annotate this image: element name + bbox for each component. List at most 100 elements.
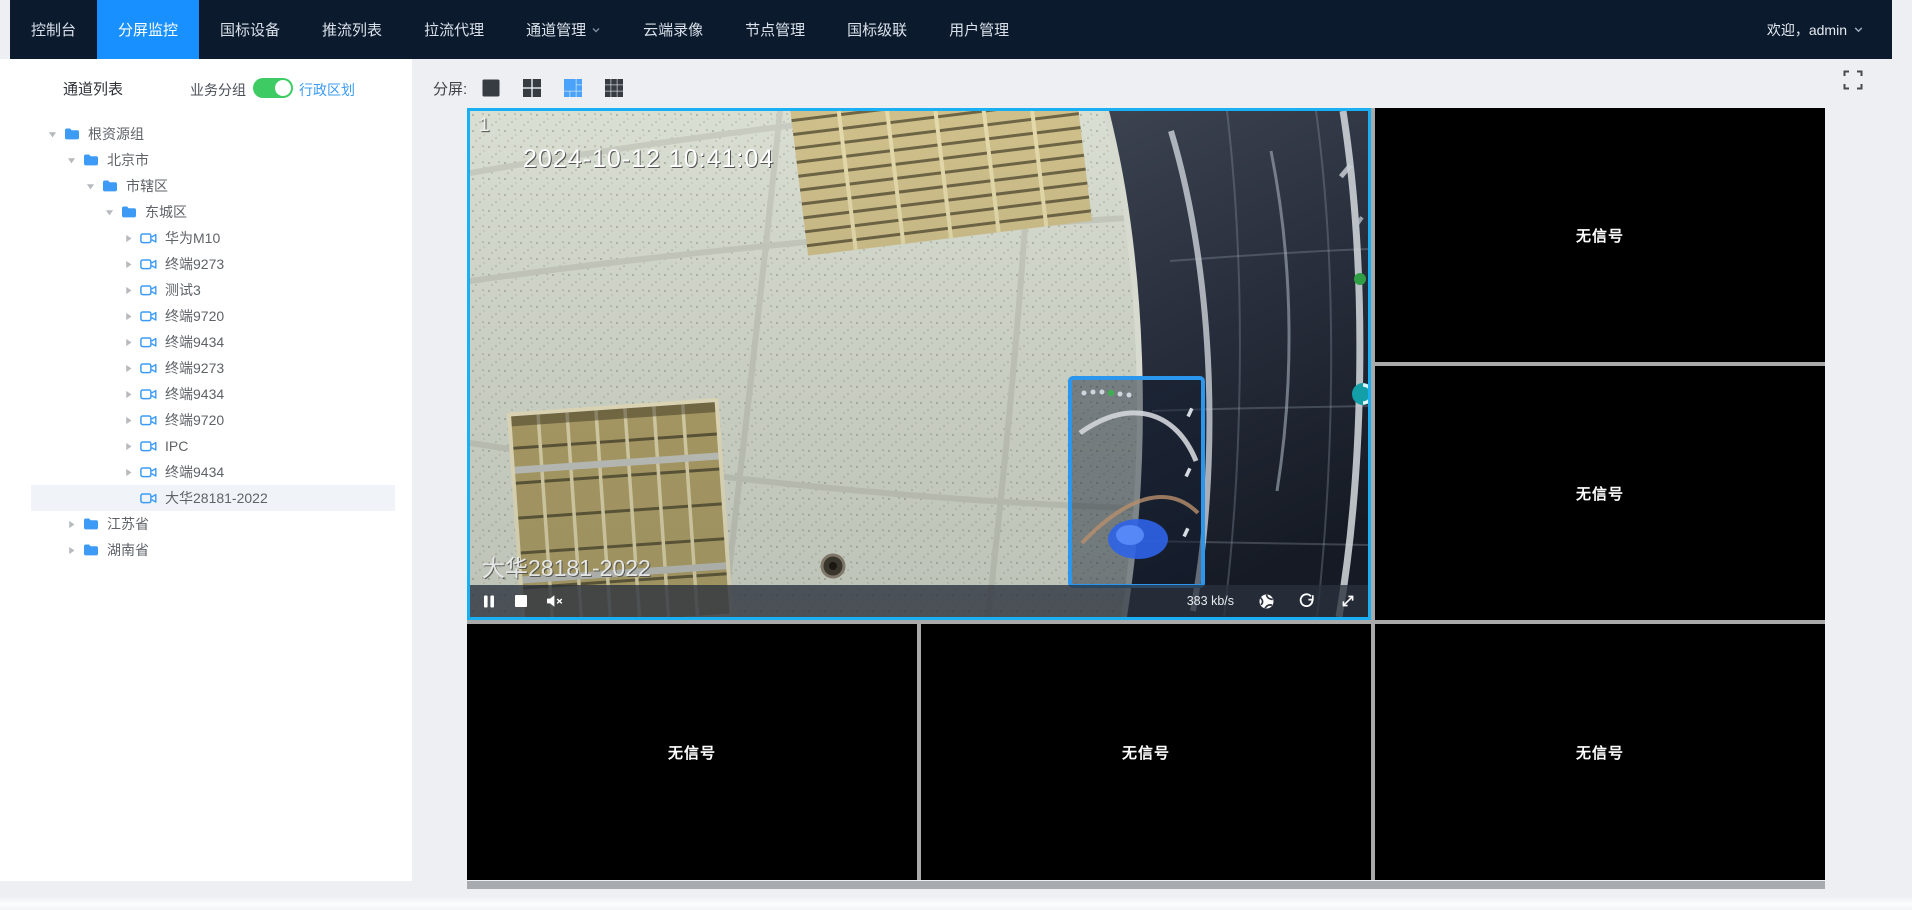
- caret-right-icon[interactable]: [124, 364, 133, 373]
- nav-tab-5[interactable]: 通道管理: [505, 0, 622, 59]
- bottom-strip: [0, 896, 1912, 910]
- tree-item-label: 北京市: [107, 150, 149, 170]
- nav-tab-label: 用户管理: [949, 19, 1009, 40]
- tree-item-10[interactable]: 终端9434: [0, 381, 412, 407]
- tree-item-label: 终端9434: [165, 384, 224, 404]
- osd-camera-name: 大华28181-2022: [482, 549, 651, 583]
- tree-item-label: 东城区: [145, 202, 187, 222]
- stop-icon[interactable]: [514, 594, 528, 608]
- nav-tab-2[interactable]: 国标设备: [199, 0, 301, 59]
- split-6-button[interactable]: [563, 78, 583, 98]
- no-signal-label: 无信号: [668, 742, 716, 763]
- horizontal-scrollbar[interactable]: [467, 881, 1825, 889]
- nav-tabs: 控制台分屏监控国标设备推流列表 拉流代理 通道管理 云端录像 节点管理 国标级联 用户管理: [10, 0, 1030, 59]
- tree-item-6[interactable]: 测试3: [0, 277, 412, 303]
- app-root: 控制台分屏监控国标设备推流列表拉流代理通道管理云端录像节点管理国标级联用户管理 …: [0, 0, 1912, 910]
- folder-icon: [64, 127, 80, 141]
- camera-icon: [140, 466, 157, 479]
- sidebar-title: 通道列表: [63, 78, 123, 99]
- nav-tab-label: 节点管理: [745, 19, 805, 40]
- no-signal-label: 无信号: [1576, 225, 1624, 246]
- tree-item-1[interactable]: 北京市: [0, 147, 412, 173]
- caret-right-icon[interactable]: [124, 468, 133, 477]
- tree-item-0[interactable]: 根资源组: [0, 121, 412, 147]
- tree-item-9[interactable]: 终端9273: [0, 355, 412, 381]
- user-menu[interactable]: 欢迎，admin: [1767, 0, 1892, 59]
- video-cell-5[interactable]: 无信号: [921, 624, 1371, 880]
- split-toolbar: 分屏:: [433, 72, 645, 104]
- nav-tab-4[interactable]: 拉流代理: [403, 0, 505, 59]
- nav-tab-1[interactable]: 分屏监控: [97, 0, 199, 59]
- cell-index: 1: [479, 115, 490, 137]
- nav-tab-label: 云端录像: [643, 19, 703, 40]
- nav-tab-3[interactable]: 推流列表: [301, 0, 403, 59]
- tree-item-4[interactable]: 华为M10: [0, 225, 412, 251]
- tree-item-11[interactable]: 终端9720: [0, 407, 412, 433]
- no-signal-label: 无信号: [1576, 742, 1624, 763]
- caret-right-icon[interactable]: [124, 416, 133, 425]
- tree-item-8[interactable]: 终端9434: [0, 329, 412, 355]
- caret-down-icon[interactable]: [48, 130, 57, 139]
- tree-item-16[interactable]: 湖南省: [0, 537, 412, 563]
- nav-tab-label: 推流列表: [322, 19, 382, 40]
- pause-icon[interactable]: [482, 594, 496, 609]
- caret-right-icon[interactable]: [124, 442, 133, 451]
- tree-item-label: 终端9720: [165, 306, 224, 326]
- tree-item-14[interactable]: 大华28181-2022: [0, 485, 412, 511]
- tree-item-label: 根资源组: [88, 124, 144, 144]
- nav-tab-label: 拉流代理: [424, 19, 484, 40]
- nav-tab-9[interactable]: 用户管理: [928, 0, 1030, 59]
- caret-right-icon[interactable]: [67, 546, 76, 555]
- video-grid: 1 2024-10-12 10:41:04 大华28181-2022 383 k…: [467, 108, 1825, 880]
- camera-icon: [140, 440, 157, 453]
- tree-item-label: 终端9434: [165, 332, 224, 352]
- caret-right-icon[interactable]: [124, 338, 133, 347]
- caret-down-icon[interactable]: [67, 156, 76, 165]
- split-4-button[interactable]: [522, 78, 542, 98]
- expand-icon[interactable]: [1340, 593, 1356, 609]
- caret-right-icon[interactable]: [124, 260, 133, 269]
- split-9-button[interactable]: [604, 78, 624, 98]
- nav-tab-8[interactable]: 国标级联: [826, 0, 928, 59]
- tree-item-2[interactable]: 市辖区: [0, 173, 412, 199]
- caret-right-icon[interactable]: [67, 520, 76, 529]
- region-mode-label[interactable]: 行政区划: [299, 80, 355, 100]
- nav-tab-7[interactable]: 节点管理: [724, 0, 826, 59]
- video-cell-4[interactable]: 无信号: [467, 624, 917, 880]
- nav-tab-label: 通道管理: [526, 19, 586, 40]
- tree-item-3[interactable]: 东城区: [0, 199, 412, 225]
- main-area: 分屏:: [412, 59, 1912, 910]
- nav-tab-label: 国标级联: [847, 19, 907, 40]
- tree-item-label: 终端9273: [165, 254, 224, 274]
- tree-item-13[interactable]: 终端9434: [0, 459, 412, 485]
- caret-right-icon[interactable]: [124, 286, 133, 295]
- video-cell-1[interactable]: 1 2024-10-12 10:41:04 大华28181-2022 383 k…: [467, 108, 1371, 620]
- fullscreen-icon[interactable]: [1843, 70, 1863, 90]
- split-label: 分屏:: [433, 78, 467, 99]
- tree-item-5[interactable]: 终端9273: [0, 251, 412, 277]
- tree-item-15[interactable]: 江苏省: [0, 511, 412, 537]
- camera-icon: [140, 284, 157, 297]
- tree-item-7[interactable]: 终端9720: [0, 303, 412, 329]
- nav-tab-6[interactable]: 云端录像: [622, 0, 724, 59]
- caret-down-icon[interactable]: [105, 208, 114, 217]
- nav-tab-0[interactable]: 控制台: [10, 0, 97, 59]
- caret-right-icon[interactable]: [124, 234, 133, 243]
- snapshot-icon[interactable]: [1258, 593, 1275, 610]
- mute-icon[interactable]: [546, 594, 564, 608]
- sidebar-header: 通道列表 业务分组 行政区划: [0, 59, 412, 105]
- video-cell-3[interactable]: 无信号: [1375, 366, 1825, 620]
- split-1-button[interactable]: [481, 78, 501, 98]
- tree-item-label: 测试3: [165, 280, 201, 300]
- folder-icon: [83, 153, 99, 167]
- tree-item-12[interactable]: IPC: [0, 433, 412, 459]
- caret-right-icon[interactable]: [124, 390, 133, 399]
- video-cell-6[interactable]: 无信号: [1375, 624, 1825, 880]
- video-cell-2[interactable]: 无信号: [1375, 108, 1825, 362]
- refresh-icon[interactable]: [1299, 593, 1316, 610]
- caret-down-icon[interactable]: [86, 182, 95, 191]
- tree-item-label: 终端9273: [165, 358, 224, 378]
- group-mode-toggle[interactable]: [253, 78, 293, 98]
- channel-sidebar: 通道列表 业务分组 行政区划 根资源组北京市市辖区东城区华为M10 终端9273 测…: [0, 59, 412, 881]
- caret-right-icon[interactable]: [124, 312, 133, 321]
